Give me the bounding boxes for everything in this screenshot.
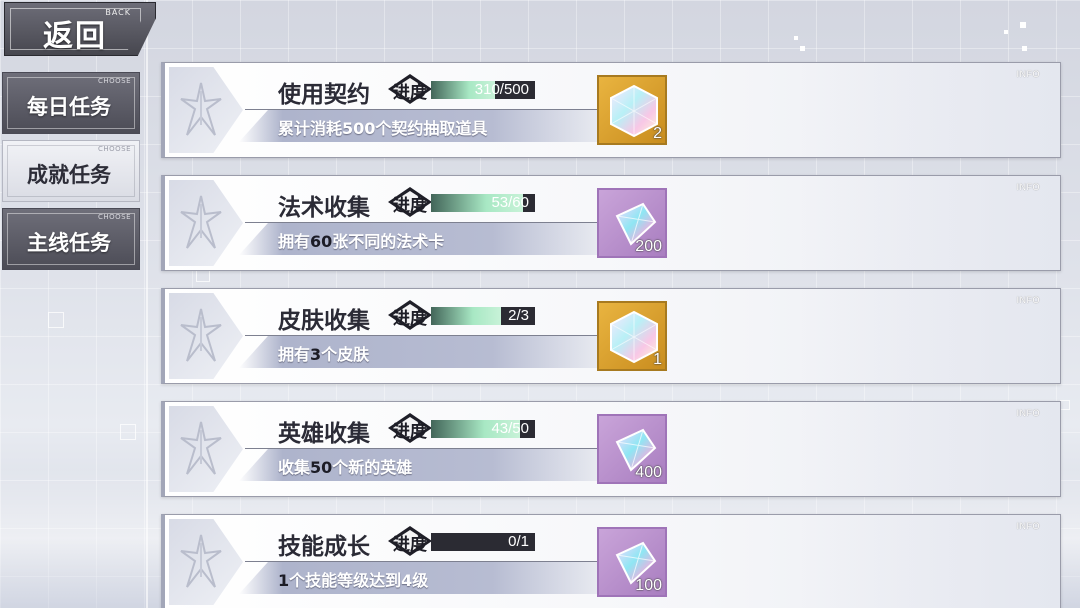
tab-main[interactable]: CHOOSE 主线任务 — [2, 208, 140, 270]
info-button[interactable]: INFO — [1017, 182, 1041, 192]
tab-label: 主线任务 — [27, 231, 111, 255]
task-card[interactable]: 法术收集 拥有60张不同的法术卡 进度 53/60 200 INFO — [161, 175, 1061, 271]
reward-count: 400 — [635, 464, 662, 481]
back-button[interactable]: 返回 BACK — [4, 2, 156, 56]
progress-label: 进度 — [393, 309, 427, 329]
deco-dot — [1004, 30, 1008, 34]
deco-square — [48, 312, 64, 328]
deco-dot — [794, 36, 798, 40]
title-underline — [245, 222, 600, 223]
progress-text: 53/60 — [491, 194, 529, 211]
info-button[interactable]: INFO — [1017, 521, 1041, 531]
task-desc: 1个技能等级达到4级 — [278, 571, 429, 590]
back-button-label: 返回 — [43, 19, 107, 54]
info-button[interactable]: INFO — [1017, 69, 1041, 79]
title-underline — [245, 448, 600, 449]
progress-bar: 310/500 — [431, 81, 535, 99]
panel-divider — [146, 0, 148, 608]
progress-text: 0/1 — [508, 533, 529, 550]
task-title: 法术收集 — [278, 195, 370, 221]
progress-text: 310/500 — [474, 81, 529, 98]
progress-text: 43/50 — [491, 420, 529, 437]
sword-emblem-icon — [169, 293, 243, 379]
reward-count: 1 — [653, 351, 662, 368]
deco-dot — [800, 46, 805, 51]
deco-square — [1060, 400, 1070, 410]
task-title: 技能成长 — [278, 534, 370, 560]
task-card[interactable]: 技能成长 1个技能等级达到4级 进度 0/1 100 INFO — [161, 514, 1061, 608]
task-card[interactable]: 使用契约 累计消耗500个契约抽取道具 进度 310/500 2 INFO — [161, 62, 1061, 158]
task-title: 英雄收集 — [278, 421, 370, 447]
progress-bar: 0/1 — [431, 533, 535, 551]
back-button-sublabel: BACK — [105, 8, 131, 17]
deco-square — [120, 424, 136, 440]
tab-label: 每日任务 — [27, 95, 111, 119]
reward-count: 2 — [653, 125, 662, 142]
task-card[interactable]: 皮肤收集 拥有3个皮肤 进度 2/3 1 INFO — [161, 288, 1061, 384]
sword-emblem-icon — [169, 180, 243, 266]
tab-tag: CHOOSE — [97, 77, 131, 85]
progress-label: 进度 — [393, 83, 427, 103]
task-desc: 收集50个新的英雄 — [278, 458, 413, 477]
deco-dot — [1022, 46, 1027, 51]
deco-dot — [1020, 22, 1026, 28]
sword-emblem-icon — [169, 406, 243, 492]
sword-emblem-icon — [169, 519, 243, 605]
task-title: 皮肤收集 — [278, 308, 370, 334]
tab-achievement[interactable]: CHOOSE 成就任务 — [2, 140, 140, 202]
tab-daily[interactable]: CHOOSE 每日任务 — [2, 72, 140, 134]
title-underline — [245, 109, 600, 110]
info-button[interactable]: INFO — [1017, 408, 1041, 418]
progress-fill — [431, 307, 501, 325]
tab-tag: CHOOSE — [97, 213, 131, 221]
task-desc: 拥有3个皮肤 — [278, 345, 370, 364]
progress-text: 2/3 — [508, 307, 529, 324]
sword-emblem-icon — [169, 67, 243, 153]
tab-tag: CHOOSE — [97, 145, 131, 153]
info-button[interactable]: INFO — [1017, 295, 1041, 305]
task-desc: 累计消耗500个契约抽取道具 — [278, 119, 488, 138]
title-underline — [245, 561, 600, 562]
task-title: 使用契约 — [278, 82, 370, 108]
progress-bar: 43/50 — [431, 420, 535, 438]
progress-bar: 53/60 — [431, 194, 535, 212]
reward-item[interactable]: 200 — [597, 188, 667, 258]
reward-item[interactable]: 1 — [597, 301, 667, 371]
reward-count: 200 — [635, 238, 662, 255]
task-card[interactable]: 英雄收集 收集50个新的英雄 进度 43/50 400 INFO — [161, 401, 1061, 497]
progress-label: 进度 — [393, 535, 427, 555]
progress-label: 进度 — [393, 422, 427, 442]
progress-label: 进度 — [393, 196, 427, 216]
reward-item[interactable]: 100 — [597, 527, 667, 597]
task-desc: 拥有60张不同的法术卡 — [278, 232, 445, 251]
reward-item[interactable]: 2 — [597, 75, 667, 145]
tab-label: 成就任务 — [27, 163, 111, 187]
reward-count: 100 — [635, 577, 662, 594]
reward-item[interactable]: 400 — [597, 414, 667, 484]
progress-bar: 2/3 — [431, 307, 535, 325]
title-underline — [245, 335, 600, 336]
